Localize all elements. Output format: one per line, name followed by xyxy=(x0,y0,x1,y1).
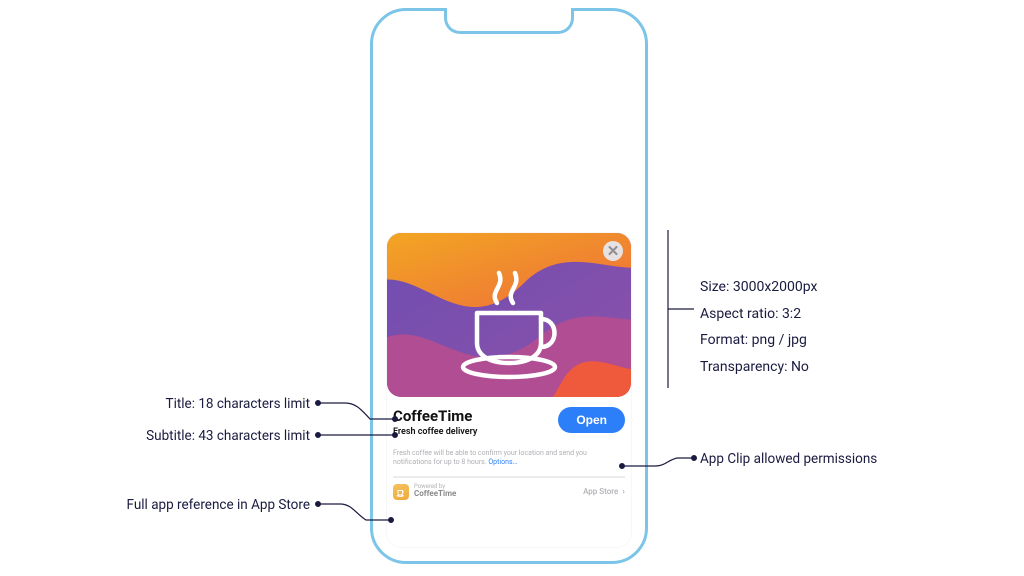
callout-subtitle-limit: Subtitle: 43 characters limit xyxy=(95,428,310,444)
app-store-link[interactable]: App Store › xyxy=(579,487,625,497)
permissions-text: Fresh coffee will be able to confirm you… xyxy=(387,445,631,474)
callout-full-app-ref: Full app reference in App Store xyxy=(82,497,310,513)
spec-format: Format: png / jpg xyxy=(700,327,817,354)
card-subtitle: Fresh coffee delivery xyxy=(393,427,477,437)
close-icon[interactable]: ✕ xyxy=(603,241,623,261)
powered-by-name: CoffeeTime xyxy=(414,490,456,499)
phone-notch xyxy=(444,8,574,34)
spec-aspect: Aspect ratio: 3:2 xyxy=(700,301,817,328)
image-specs: Size: 3000x2000px Aspect ratio: 3:2 Form… xyxy=(700,274,817,380)
powered-by[interactable]: Powered by CoffeeTime xyxy=(393,484,456,500)
callout-permissions: App Clip allowed permissions xyxy=(700,451,877,467)
chevron-right-icon: › xyxy=(622,487,625,497)
card-title: CoffeeTime xyxy=(393,407,477,425)
meta-row: CoffeeTime Fresh coffee delivery Open xyxy=(387,397,631,445)
hero-image: ✕ xyxy=(387,233,631,397)
card-footer: Powered by CoffeeTime App Store › xyxy=(387,484,631,504)
divider xyxy=(393,476,625,478)
phone-outline: ✕ CoffeeTime Fresh coffee delivery Open … xyxy=(370,8,648,564)
spec-size: Size: 3000x2000px xyxy=(700,274,817,301)
permissions-options-link[interactable]: Options… xyxy=(488,458,517,466)
open-button[interactable]: Open xyxy=(558,407,625,433)
spec-transparency: Transparency: No xyxy=(700,354,817,381)
app-clip-card: ✕ CoffeeTime Fresh coffee delivery Open … xyxy=(387,233,631,547)
callout-title-limit: Title: 18 characters limit xyxy=(120,396,310,412)
app-icon xyxy=(393,484,409,500)
app-store-label: App Store xyxy=(583,487,618,496)
